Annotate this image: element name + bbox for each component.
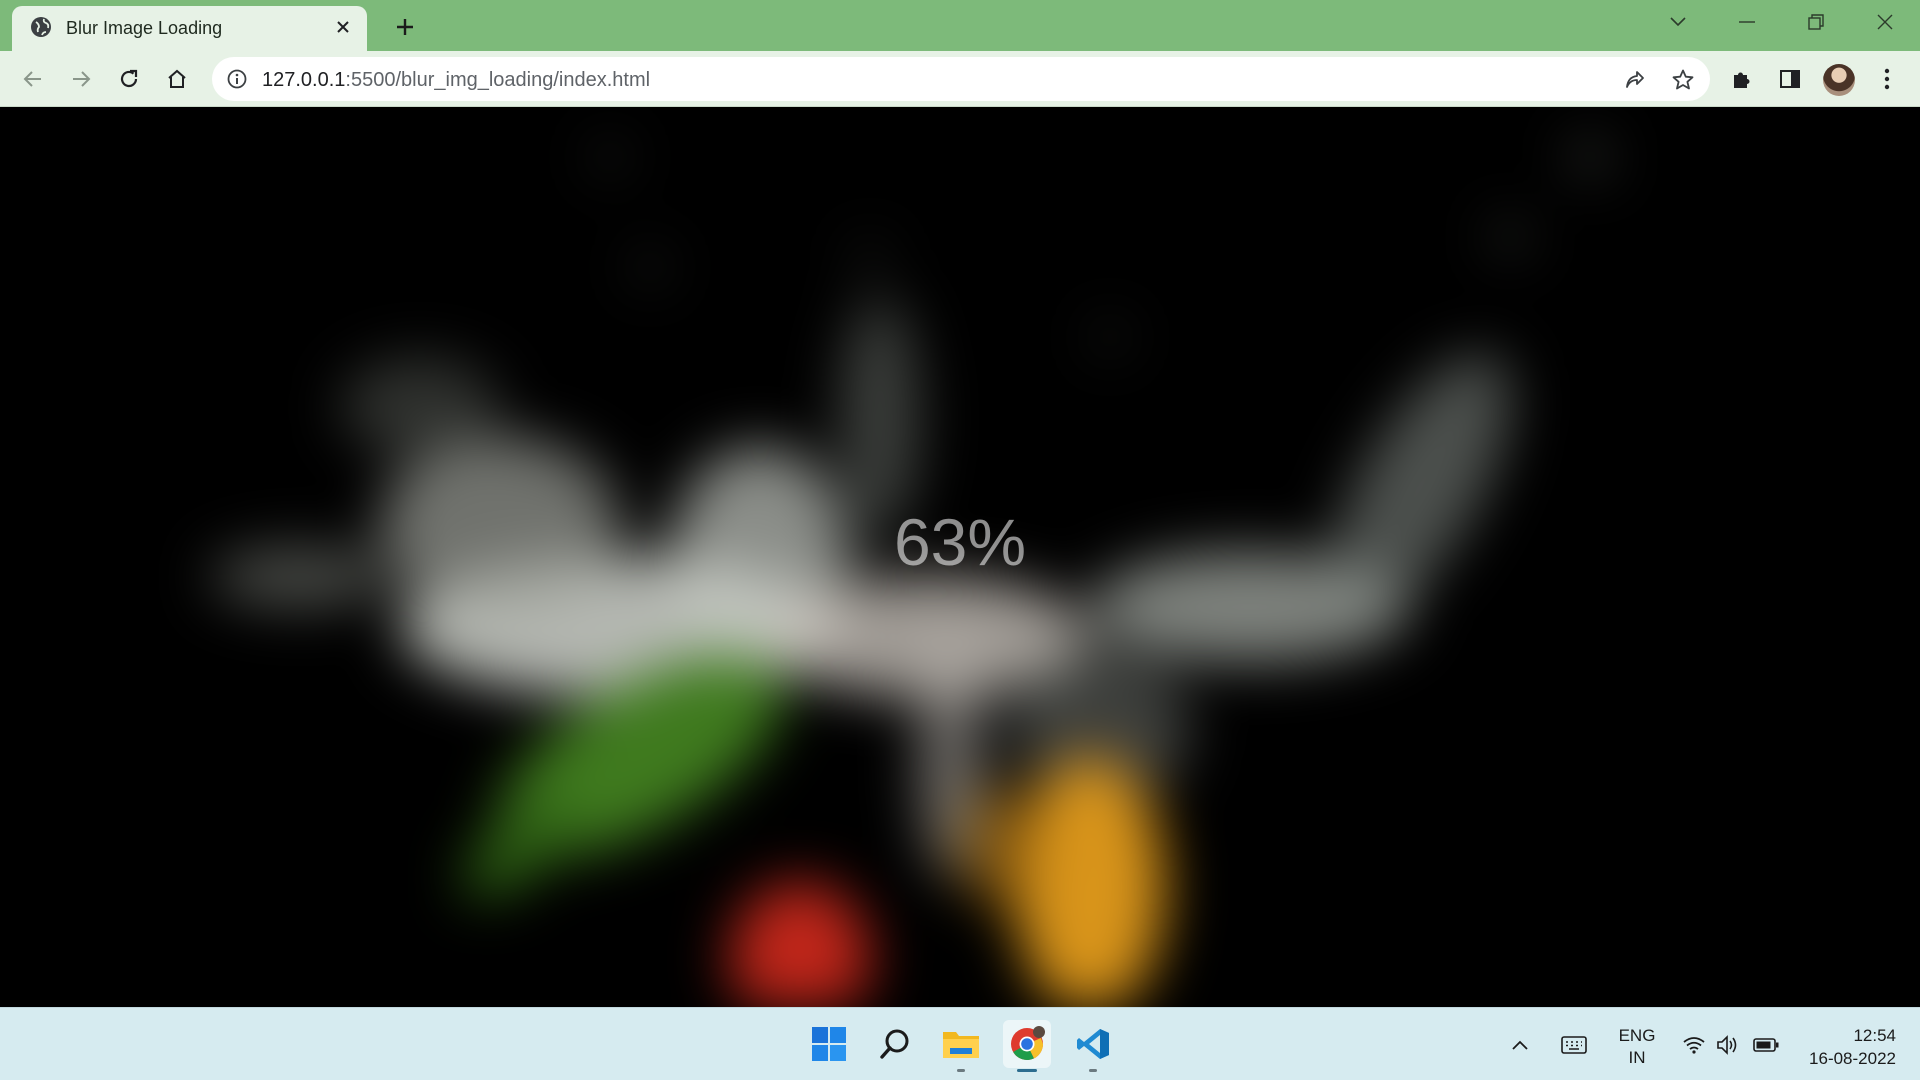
reload-icon[interactable] xyxy=(112,62,146,96)
page-viewport: 63% xyxy=(0,107,1920,1007)
profile-avatar[interactable] xyxy=(1823,64,1855,96)
url-path: :5500/blur_img_loading/index.html xyxy=(345,69,651,91)
new-tab-button[interactable] xyxy=(390,12,420,42)
show-hidden-icons-chevron-icon[interactable] xyxy=(1506,1032,1534,1058)
tab-search-chevron-icon[interactable] xyxy=(1658,8,1698,36)
browser-toolbar: 127.0.0.1:5500/blur_img_loading/index.ht… xyxy=(0,51,1920,107)
back-arrow-icon[interactable] xyxy=(16,62,50,96)
clock-time: 12:54 xyxy=(1853,1026,1896,1045)
language-code: ENG xyxy=(1618,1026,1656,1045)
system-clock[interactable]: 12:54 16-08-2022 xyxy=(1790,1024,1896,1070)
taskbar: ENG IN 12:54 16-08-2022 xyxy=(0,1007,1920,1080)
browser-tab-active[interactable]: Blur Image Loading xyxy=(12,6,367,51)
running-indicator xyxy=(957,1069,965,1072)
running-indicator xyxy=(1089,1069,1097,1072)
extensions-puzzle-icon[interactable] xyxy=(1725,62,1759,96)
bookmark-star-icon[interactable] xyxy=(1670,67,1696,93)
url-host: 127.0.0.1 xyxy=(262,69,346,91)
touch-keyboard-icon[interactable] xyxy=(1560,1032,1588,1058)
loading-percentage: 63% xyxy=(893,505,1027,579)
windows-start-icon[interactable] xyxy=(805,1020,853,1068)
close-tab-icon[interactable] xyxy=(331,15,355,39)
wifi-icon[interactable] xyxy=(1680,1032,1708,1058)
active-indicator xyxy=(1017,1069,1037,1072)
share-icon[interactable] xyxy=(1622,67,1648,93)
volume-icon[interactable] xyxy=(1714,1032,1742,1058)
url-text[interactable]: 127.0.0.1:5500/blur_img_loading/index.ht… xyxy=(262,69,650,92)
address-bar[interactable]: 127.0.0.1:5500/blur_img_loading/index.ht… xyxy=(212,57,1710,101)
home-icon[interactable] xyxy=(160,62,194,96)
globe-icon xyxy=(30,16,52,38)
minimize-window-icon[interactable] xyxy=(1727,8,1767,36)
restore-window-icon[interactable] xyxy=(1796,8,1836,36)
input-language-indicator[interactable]: ENG IN xyxy=(1612,1025,1662,1069)
side-panel-icon[interactable] xyxy=(1773,62,1807,96)
file-explorer-icon[interactable] xyxy=(937,1020,985,1072)
close-window-icon[interactable] xyxy=(1865,8,1905,36)
language-region: IN xyxy=(1628,1048,1646,1067)
site-info-icon[interactable] xyxy=(226,68,248,90)
clock-date: 16-08-2022 xyxy=(1809,1049,1896,1068)
chrome-icon[interactable] xyxy=(1003,1020,1051,1072)
kebab-menu-icon[interactable] xyxy=(1870,62,1904,96)
tab-title: Blur Image Loading xyxy=(66,18,223,38)
tab-strip: Blur Image Loading xyxy=(0,0,1920,51)
battery-icon[interactable] xyxy=(1752,1032,1780,1058)
vscode-icon[interactable] xyxy=(1069,1020,1117,1072)
search-icon[interactable] xyxy=(871,1020,919,1068)
forward-arrow-icon[interactable] xyxy=(64,62,98,96)
